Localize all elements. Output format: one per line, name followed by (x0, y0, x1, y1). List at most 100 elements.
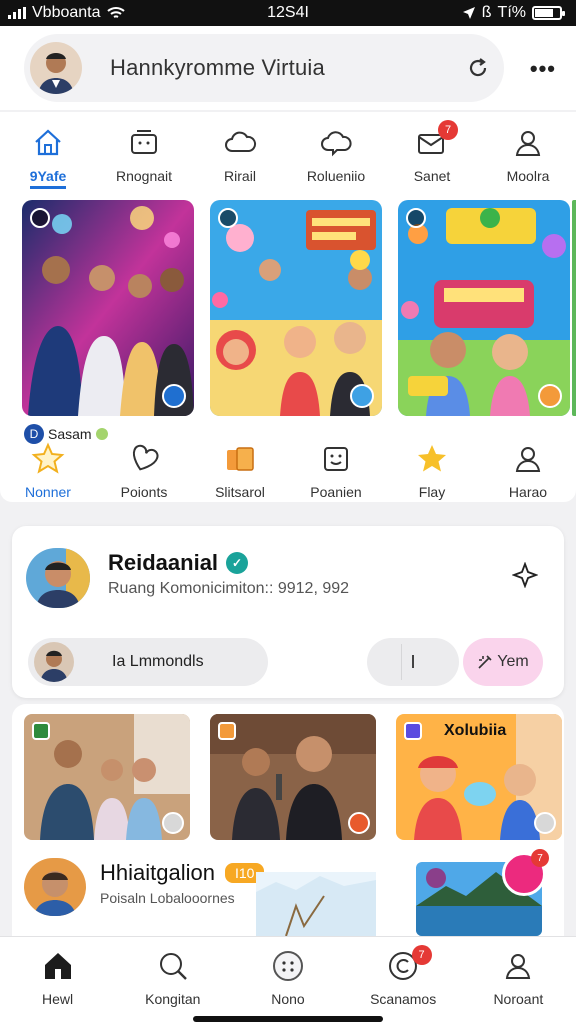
story-action-icon[interactable] (162, 384, 186, 408)
sparkle-icon[interactable] (512, 562, 538, 588)
thumb-action-icon[interactable] (162, 812, 184, 834)
tab-label: Flay (418, 484, 446, 500)
stories-row (22, 200, 570, 416)
story-image (398, 200, 570, 416)
star-outline-icon (31, 442, 65, 474)
notification-badge: 7 (438, 120, 458, 140)
story-image (210, 200, 382, 416)
profile-pill-button[interactable]: Ia Lmmondls (28, 638, 268, 686)
nav-label: Nono (271, 991, 305, 1007)
search-icon (159, 953, 187, 980)
person-icon (506, 954, 531, 979)
tab-poionts[interactable]: Poionts (96, 442, 192, 500)
nav-label: Noroant (493, 991, 544, 1007)
feed-thumb-1[interactable] (24, 714, 190, 840)
tab-poanien[interactable]: Poanien (288, 442, 384, 500)
verified-badge-icon: ✓ (226, 552, 249, 574)
tab-harao[interactable]: Harao (480, 442, 576, 500)
tab-flay[interactable]: Flay (384, 442, 480, 500)
post-reaction-icon[interactable]: 7 (502, 849, 549, 896)
nav-label: Hewl (42, 991, 74, 1007)
tab-label: Rnognait (115, 168, 173, 184)
middle-button[interactable]: I (367, 638, 459, 686)
yem-button[interactable]: Yem (463, 638, 543, 686)
tab-cloud[interactable]: Rirail (192, 126, 288, 189)
tab-label: Rolueniio (306, 168, 366, 184)
person-icon (515, 131, 541, 156)
nav-search[interactable]: Kongitan (115, 937, 230, 1024)
story-action-icon[interactable] (350, 384, 374, 408)
feed-card: Xolubiia Hhiaitgalion I10 Poisaln Lobalo… (12, 704, 564, 936)
profile-name: Reidaanial (108, 550, 219, 575)
tab-home[interactable]: 9Yafe (0, 126, 96, 189)
feed-thumb-3[interactable]: Xolubiia (396, 714, 562, 840)
battery-icon (532, 6, 565, 20)
tab-cloud-chat[interactable]: Rolueniio (288, 126, 384, 189)
profile-avatar[interactable] (26, 548, 90, 608)
middle-button-label: I (410, 651, 416, 672)
post-title: Hhiaitgalion (100, 860, 215, 885)
feed-thumbnails: Xolubiia (24, 714, 562, 840)
home-filled-icon (44, 953, 71, 979)
thumb-corner-icon (218, 722, 236, 740)
nav-emoji[interactable]: Nono (230, 937, 345, 1024)
chip-marker: D (24, 424, 44, 444)
category-tabs: 9Yafe Rnognait Rirail Rolueniio 7 Sanet … (0, 120, 576, 189)
story-card-2[interactable] (210, 200, 382, 416)
nav-profile[interactable]: Noroant (461, 937, 576, 1024)
chip-label: Sasam (48, 426, 92, 442)
inbox-icon (131, 130, 157, 154)
tab-label: Nonner (25, 484, 71, 500)
bluetooth-icon: ß (481, 4, 492, 21)
thumb-action-icon[interactable] (348, 812, 370, 834)
cloud-icon (225, 131, 257, 152)
post-subtitle: Poisaln Lobalooornes (100, 890, 235, 906)
title-bar[interactable]: Hannkyromme Virtuia (24, 34, 504, 102)
story-card-1[interactable] (22, 200, 194, 416)
tab-label: Moolra (506, 168, 550, 184)
pill-avatar (34, 642, 74, 682)
battery-percent: Tí% (497, 4, 526, 21)
star-filled-icon (418, 445, 446, 472)
refresh-icon[interactable] (466, 56, 490, 80)
online-dot (95, 428, 108, 440)
post-avatar[interactable] (24, 858, 86, 916)
cloud-chat-icon (321, 131, 352, 157)
story-corner-icon (406, 208, 426, 228)
story-corner-icon (218, 208, 238, 228)
status-bar: Vbboanta 12S4I ß Tí% (0, 0, 576, 26)
nav-home[interactable]: Hewl (0, 937, 115, 1024)
carrier-label: Vbboanta (32, 4, 101, 21)
feed-thumb-2[interactable] (210, 714, 376, 840)
tab-label: Slitsarol (215, 484, 265, 500)
nav-scan[interactable]: 7 Scanamos (346, 937, 461, 1024)
notification-badge: 7 (531, 849, 549, 867)
tab-profile[interactable]: Moolra (480, 126, 576, 189)
story-image (22, 200, 194, 416)
tab-label: Sanet (413, 168, 451, 184)
tab-inbox[interactable]: Rnognait (96, 126, 192, 189)
story-card-3[interactable] (398, 200, 570, 416)
yem-button-label: Yem (497, 653, 529, 670)
user-avatar[interactable] (30, 42, 82, 94)
pill-label: Ia Lmmondls (112, 653, 204, 670)
clock: 12S4I (267, 4, 309, 21)
profile-card: Reidaanial ✓ Ruang Komonicimiton:: 9912,… (12, 526, 564, 698)
tab-label: Harao (508, 484, 548, 500)
tab-slitsarol[interactable]: Slitsarol (192, 442, 288, 500)
stories-card: 9Yafe Rnognait Rirail Rolueniio 7 Sanet … (0, 112, 576, 502)
story-chip[interactable]: D Sasam (24, 424, 108, 444)
tab-mail[interactable]: 7 Sanet (384, 120, 480, 189)
tab-nonner[interactable]: Nonner (0, 442, 96, 500)
story-corner-icon (30, 208, 50, 228)
next-story-peek[interactable] (572, 200, 576, 416)
thumb-action-icon[interactable] (534, 812, 556, 834)
thumb-caption: Xolubiia (444, 722, 507, 739)
wifi-icon (106, 7, 125, 18)
story-action-icon[interactable] (538, 384, 562, 408)
tab-label: Poanien (310, 484, 362, 500)
home-indicator[interactable] (193, 1016, 383, 1022)
more-options-icon[interactable]: ••• (530, 56, 556, 82)
app-header: Hannkyromme Virtuia ••• (0, 26, 576, 110)
heart-icon (132, 444, 159, 471)
